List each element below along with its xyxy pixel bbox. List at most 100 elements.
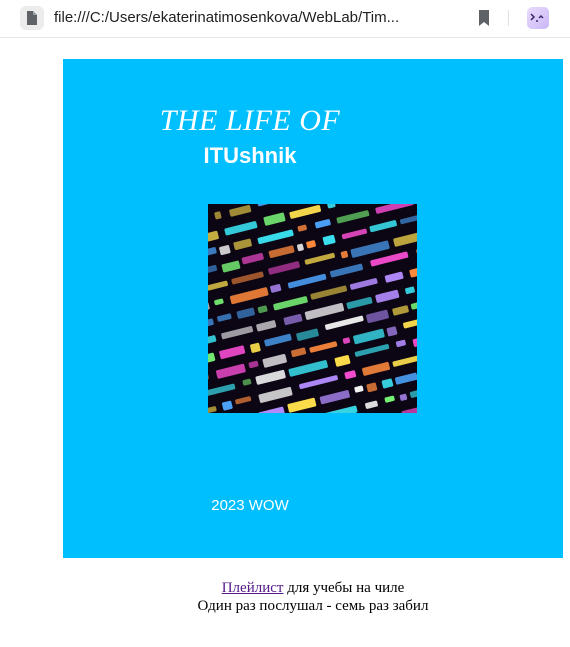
code-token <box>263 212 286 226</box>
code-token <box>370 251 409 267</box>
code-token <box>233 238 252 250</box>
code-token <box>304 252 335 265</box>
code-token <box>231 271 264 285</box>
browser-address-bar: file:///C:/Users/ekaterinatimosenkova/We… <box>0 0 570 38</box>
code-token <box>257 229 294 245</box>
code-token <box>208 335 217 344</box>
code-token <box>346 296 373 310</box>
code-token <box>349 278 378 290</box>
code-token <box>403 318 417 329</box>
code-token <box>366 382 378 393</box>
code-token <box>350 240 390 258</box>
code-token <box>409 265 417 278</box>
code-token <box>217 313 232 322</box>
code-token <box>268 245 295 259</box>
code-token <box>219 345 246 360</box>
code-token <box>416 242 417 256</box>
code-token <box>283 313 303 326</box>
code-token <box>257 305 268 314</box>
code-token <box>291 347 307 358</box>
code-token <box>229 287 269 305</box>
code-token <box>322 234 336 246</box>
code-token <box>392 354 417 367</box>
code-token <box>287 397 317 413</box>
code-token <box>255 369 286 385</box>
code-token <box>262 353 287 368</box>
code-token <box>258 406 285 413</box>
hero-title: THE LIFE OF <box>159 104 341 137</box>
code-token <box>375 204 414 214</box>
code-token <box>235 396 252 405</box>
code-token <box>221 326 254 340</box>
code-token <box>395 339 406 348</box>
code-token <box>399 393 408 401</box>
code-token <box>412 335 417 347</box>
code-token <box>256 320 277 332</box>
code-token <box>208 264 218 279</box>
code-token <box>319 390 350 405</box>
code-token <box>309 341 338 353</box>
code-token <box>288 360 328 377</box>
code-token <box>394 372 417 385</box>
code-token <box>242 378 252 386</box>
code-token <box>270 284 282 293</box>
code-screen-image <box>208 204 417 413</box>
code-lines <box>208 204 417 413</box>
code-token <box>306 240 316 249</box>
code-token <box>384 395 395 403</box>
code-token <box>296 328 319 341</box>
code-token <box>336 210 370 224</box>
tagline: Один раз послушал - семь раз забил <box>197 598 429 614</box>
code-token <box>341 228 368 240</box>
code-token <box>392 305 409 316</box>
page-icon[interactable] <box>20 6 44 30</box>
code-token <box>375 289 400 303</box>
playlist-line-rest: для учебы на чиле <box>283 580 405 596</box>
code-token <box>340 250 349 259</box>
extension-icon[interactable] <box>527 7 549 29</box>
code-token <box>236 307 255 319</box>
code-token <box>289 205 322 219</box>
code-token <box>410 296 417 310</box>
bookmark-icon[interactable] <box>477 9 491 27</box>
code-token <box>386 326 398 337</box>
code-token <box>362 361 390 376</box>
url-text[interactable]: file:///C:/Users/ekaterinatimosenkova/We… <box>54 9 434 26</box>
code-token <box>208 280 228 291</box>
code-token <box>208 371 209 388</box>
hero-year: 2023 WOW <box>211 497 289 514</box>
code-token <box>224 221 258 236</box>
code-token <box>250 342 261 353</box>
code-token <box>366 309 389 324</box>
code-token <box>319 405 358 413</box>
toolbar-divider <box>508 10 509 26</box>
code-token <box>314 219 331 229</box>
code-token <box>409 388 417 398</box>
code-token <box>264 333 292 347</box>
code-token <box>342 337 351 344</box>
code-token <box>258 386 293 403</box>
code-token <box>208 230 219 244</box>
playlist-link[interactable]: Плейлист <box>222 580 284 596</box>
hero-subtitle: ITUshnik <box>203 143 297 168</box>
code-token <box>214 211 222 220</box>
code-token <box>334 355 351 367</box>
code-token <box>304 303 345 320</box>
code-token <box>297 224 307 232</box>
code-token <box>221 400 233 411</box>
code-token <box>310 285 348 300</box>
code-token <box>215 363 246 379</box>
code-token <box>405 286 415 295</box>
code-token <box>384 271 404 283</box>
code-token <box>326 204 336 209</box>
code-token <box>221 260 241 273</box>
code-token <box>329 263 364 278</box>
code-token <box>208 318 214 330</box>
code-token <box>354 344 390 357</box>
code-token <box>369 220 397 233</box>
code-token <box>248 360 259 369</box>
code-token <box>208 383 236 397</box>
code-token <box>399 212 417 225</box>
code-token <box>401 404 417 413</box>
code-token <box>208 302 210 313</box>
